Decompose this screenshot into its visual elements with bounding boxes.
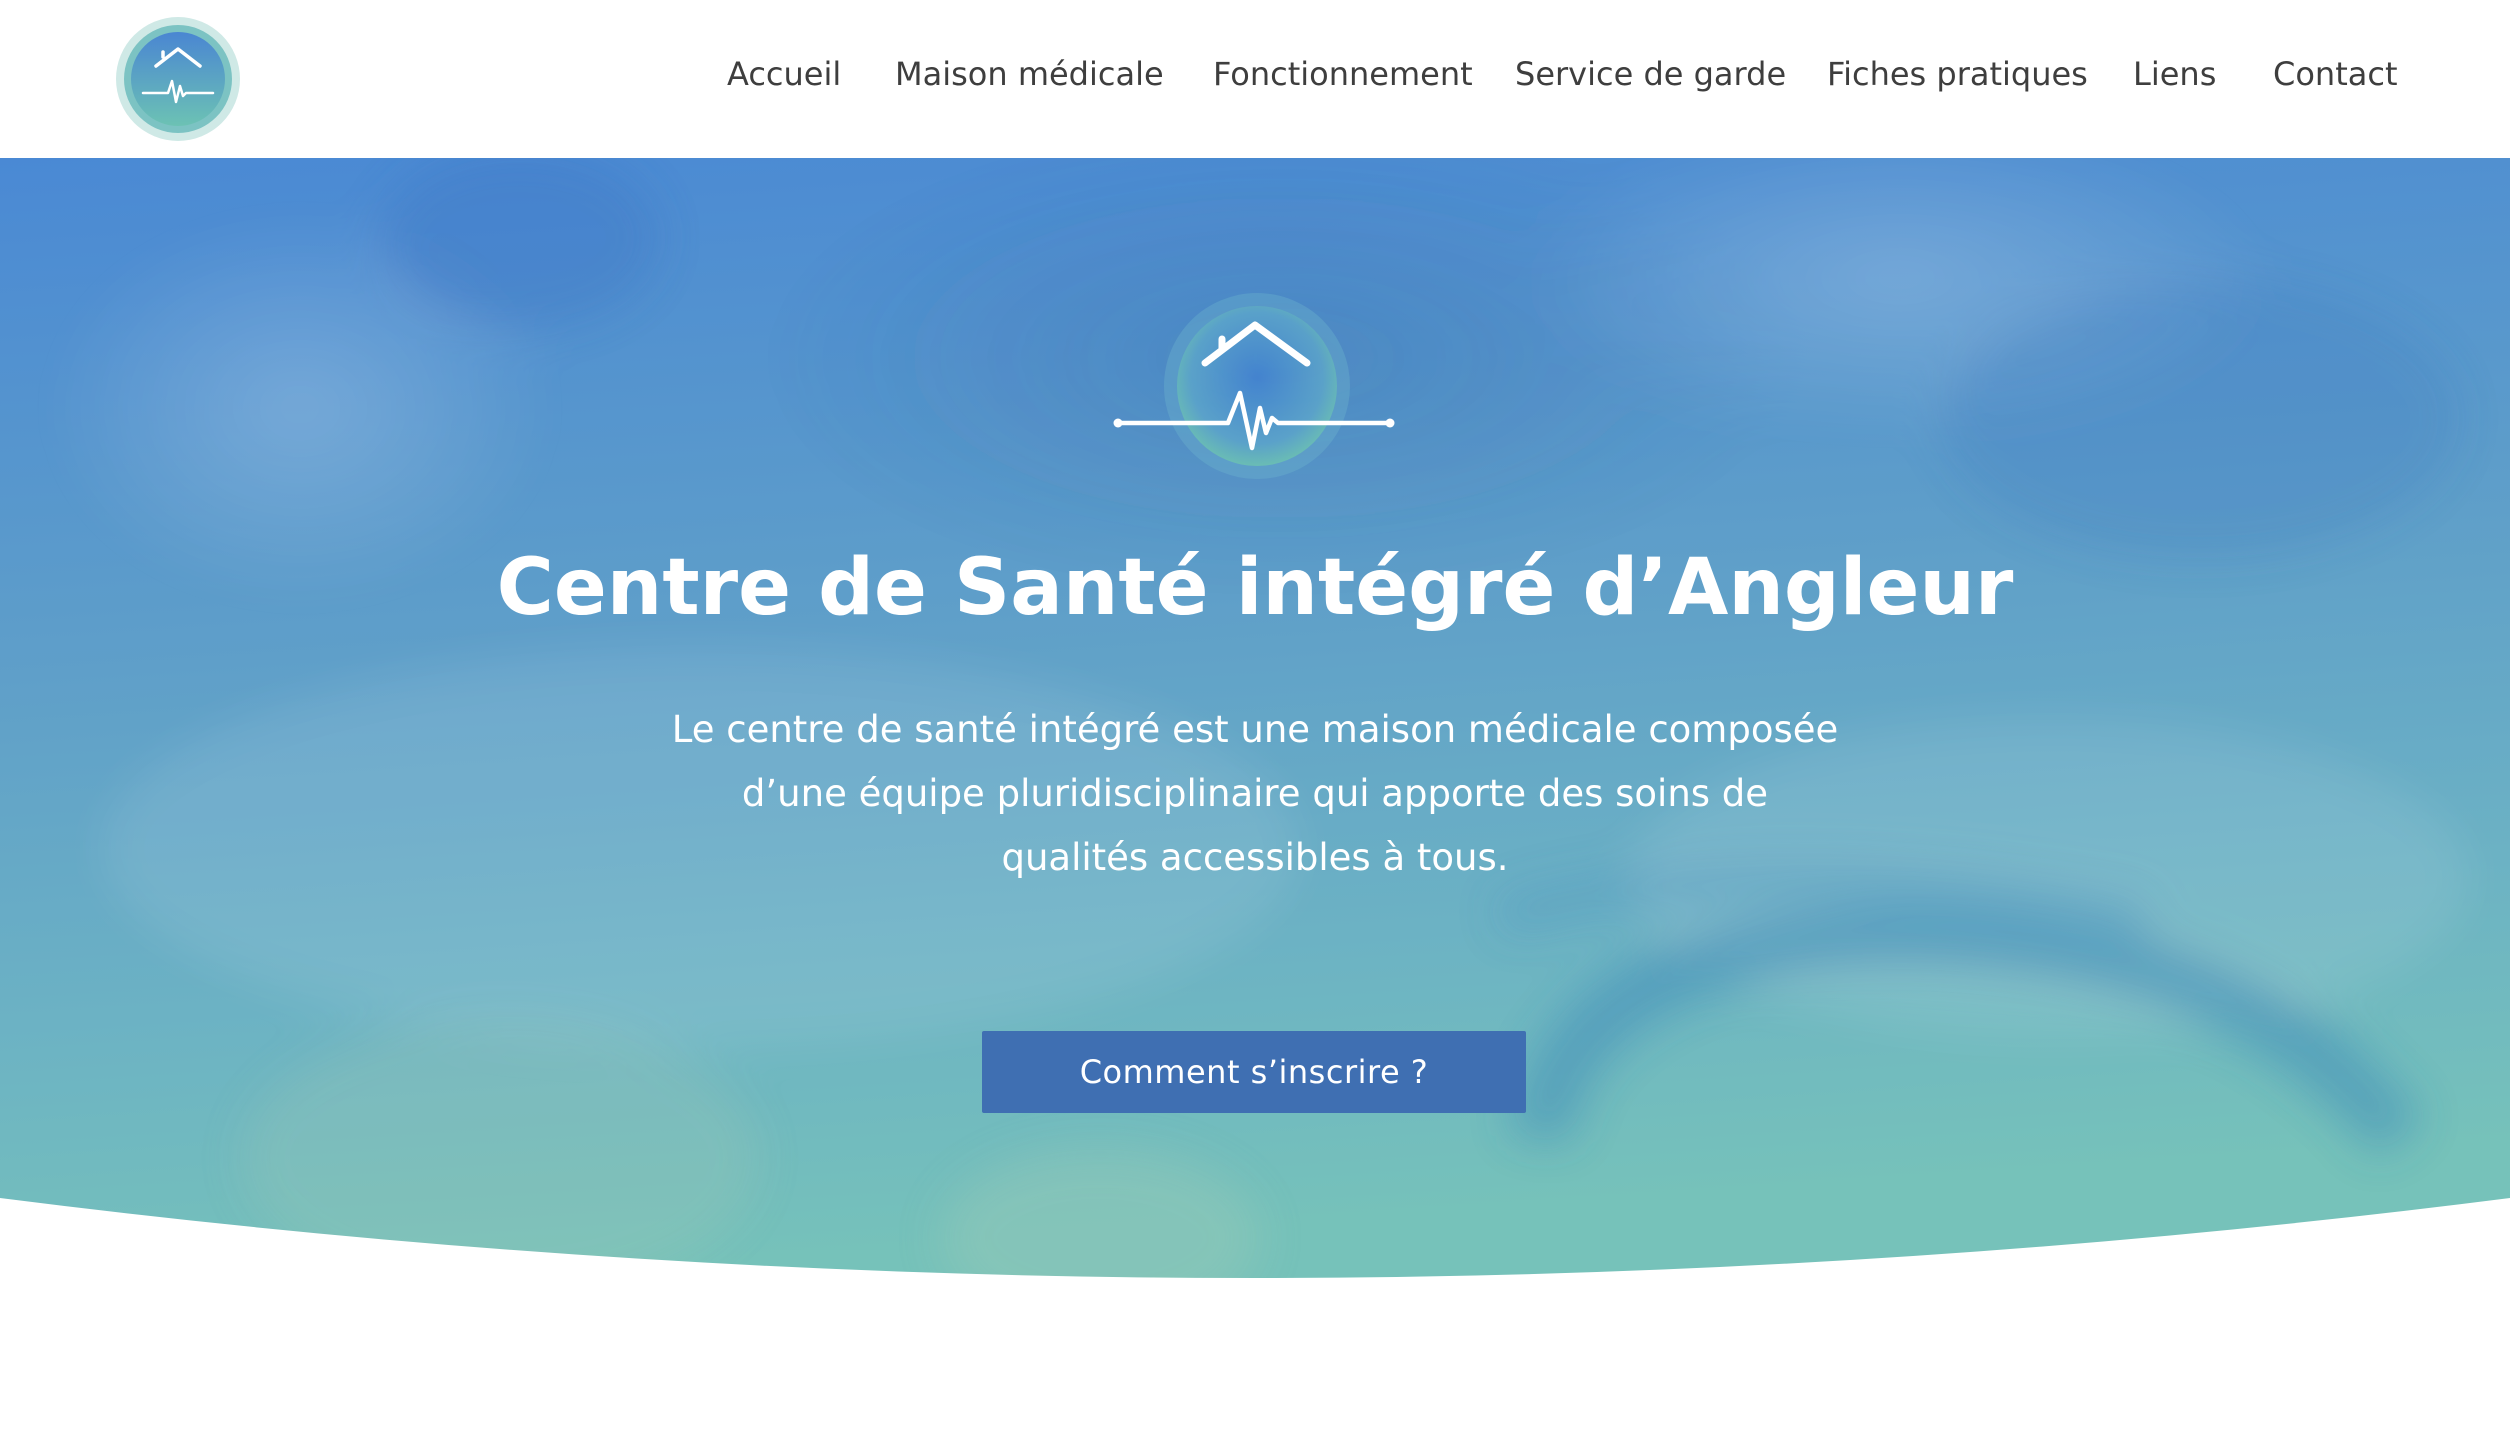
- nav-item-accueil[interactable]: Accueil: [727, 52, 841, 96]
- nav-item-liens[interactable]: Liens: [2133, 52, 2216, 96]
- site-header: Accueil Maison médicale Fonctionnement S…: [0, 0, 2510, 158]
- hero-description-line: d’une équipe pluridisciplinaire qui appo…: [741, 772, 1769, 815]
- nav-item-fiches-pratiques[interactable]: Fiches pratiques: [1827, 52, 2088, 96]
- main-nav: Accueil Maison médicale Fonctionnement S…: [0, 0, 2510, 150]
- hero-description-line: qualités accessibles à tous.: [1001, 836, 1509, 879]
- nav-item-maison-medicale[interactable]: Maison médicale: [895, 52, 1164, 96]
- hero-description-line: Le centre de santé intégré est une maiso…: [671, 708, 1839, 751]
- hero-description: Le centre de santé intégré est une maiso…: [650, 698, 1860, 890]
- nav-item-contact[interactable]: Contact: [2273, 52, 2398, 96]
- hero-emblem: [1110, 293, 1400, 493]
- house-heartbeat-icon: [1113, 293, 1395, 479]
- nav-item-fonctionnement[interactable]: Fonctionnement: [1213, 52, 1473, 96]
- nav-item-service-de-garde[interactable]: Service de garde: [1515, 52, 1786, 96]
- hero-title: Centre de Santé intégré d’Angleur: [496, 543, 2014, 633]
- register-button[interactable]: Comment s’inscrire ?: [982, 1031, 1526, 1113]
- hero-section: Centre de Santé intégré d’Angleur Le cen…: [0, 158, 2510, 1288]
